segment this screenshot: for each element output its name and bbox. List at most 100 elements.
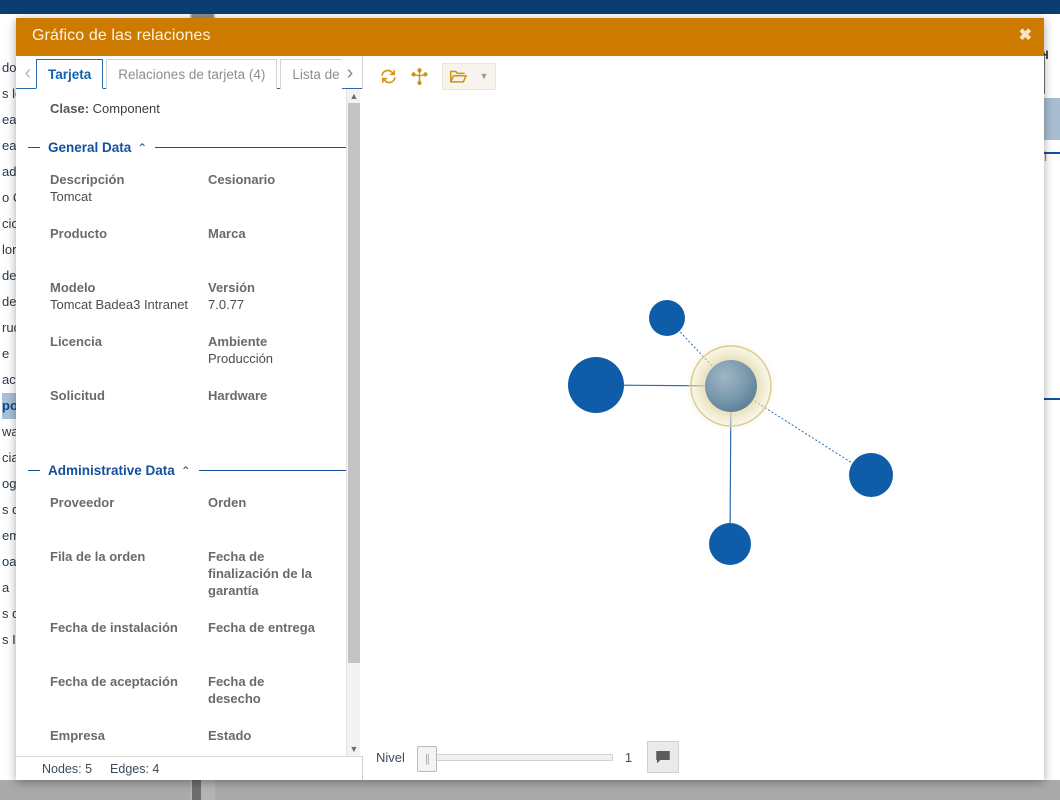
section-fields-1: Proveedor Orden Fila de la orden Fecha de f… <box>50 494 324 756</box>
edges-count: Edges: 4 <box>110 761 160 776</box>
nodes-count: Nodes: 5 <box>42 761 93 776</box>
refresh-icon[interactable] <box>375 63 402 90</box>
tab-scroll-left-icon[interactable]: ‹ <box>20 61 36 86</box>
field-0-4: Modelo Tomcat Badea3 Intranet <box>50 279 208 313</box>
field-1-2: Fila de la orden <box>50 548 208 599</box>
section-title: General Data <box>48 140 132 155</box>
tab-scroll-right-icon[interactable]: › <box>342 61 358 86</box>
field-1-7: Fecha de desecho <box>208 673 324 707</box>
field-label: Orden <box>208 495 247 510</box>
graph-status-bar: Nodes: 5 Edges: 4 <box>16 756 362 780</box>
field-value: Tomcat <box>50 189 92 204</box>
graph-node-top[interactable] <box>649 300 685 336</box>
chevron-up-icon[interactable]: ⌃ <box>137 141 155 155</box>
field-label: Ambiente <box>208 334 268 349</box>
scroll-down-icon[interactable]: ▼ <box>347 742 361 756</box>
field-label: Hardware <box>208 388 268 403</box>
dialog-body: ‹ Tarjeta Relaciones de tarjeta (4) Lista … <box>16 56 1044 780</box>
field-label: Producto <box>50 226 108 241</box>
field-label: Proveedor <box>50 495 115 510</box>
section-fields-0: Descripción Tomcat Cesionario Producto Marca… <box>50 171 324 441</box>
field-1-4: Fecha de instalación <box>50 619 208 653</box>
field-1-0: Proveedor <box>50 494 208 528</box>
graph-node-center[interactable] <box>705 360 757 412</box>
scrollbar-track[interactable] <box>347 103 361 742</box>
dialog-titlebar: Gráfico de las relaciones ✖ <box>16 18 1044 56</box>
field-value: Tomcat Badea3 Intranet <box>50 297 189 312</box>
scrollbar-thumb[interactable] <box>348 103 360 663</box>
comment-icon[interactable] <box>646 741 679 773</box>
graph-toolbar: ▼ <box>363 56 1044 96</box>
card-info-panel: ‹ Tarjeta Relaciones de tarjeta (4) Lista … <box>16 56 363 780</box>
field-1-3: Fecha de finalización de la garantía <box>208 548 324 599</box>
field-label: Fecha de entrega <box>208 620 315 635</box>
tab-list: Tarjeta Relaciones de tarjeta (4) Lista de <box>36 59 342 89</box>
open-dropdown-group[interactable]: ▼ <box>442 62 496 90</box>
folder-open-icon[interactable] <box>443 63 473 90</box>
relations-graph-svg[interactable] <box>363 96 1044 734</box>
tab-label: Lista de <box>292 67 340 82</box>
nivel-label: Nivel <box>376 749 405 765</box>
section-header-0[interactable]: General Data ⌃ <box>28 140 354 155</box>
field-1-1: Orden <box>208 494 324 528</box>
sections-host: General Data ⌃ Descripción Tomcat Cesionario… <box>28 140 354 756</box>
field-label: Fecha de instalación <box>50 620 178 635</box>
field-label: Estado <box>208 728 252 743</box>
relations-graph-dialog: Gráfico de las relaciones ✖ ‹ Tarjeta Rel… <box>16 18 1044 780</box>
field-label: Descripción <box>50 172 125 187</box>
field-1-8: Empresa <box>50 727 208 756</box>
clase-row: Clase: Component <box>50 101 324 116</box>
field-0-2: Producto <box>50 225 208 259</box>
background-top-navbar <box>0 0 1060 14</box>
scroll-up-icon[interactable]: ▲ <box>347 89 361 103</box>
dialog-title: Gráfico de las relaciones <box>32 27 211 44</box>
nivel-slider-track[interactable] <box>426 754 613 761</box>
tab-label: Tarjeta <box>48 66 92 82</box>
field-0-1: Cesionario <box>208 171 324 205</box>
field-label: Versión <box>208 280 255 295</box>
nivel-value: 1 <box>624 749 633 765</box>
field-label: Fecha de aceptación <box>50 674 178 689</box>
graph-node-left[interactable] <box>568 357 624 413</box>
field-1-5: Fecha de entrega <box>208 619 324 653</box>
tab-label: Relaciones de tarjeta (4) <box>118 67 266 82</box>
section-header-1[interactable]: Administrative Data ⌃ <box>28 463 354 478</box>
field-0-5: Versión 7.0.77 <box>208 279 324 313</box>
close-icon[interactable]: ✖ <box>1019 26 1032 46</box>
info-content: Clase: Component General Data ⌃ Descripció… <box>16 89 354 756</box>
field-0-0: Descripción Tomcat <box>50 171 208 205</box>
chevron-down-icon[interactable]: ▼ <box>473 63 495 90</box>
info-panel-scrollbar[interactable]: ▲ ▼ <box>346 89 360 756</box>
field-label: Fila de la orden <box>50 549 146 564</box>
hierarchy-layout-icon[interactable] <box>406 63 433 90</box>
tab-2[interactable]: Lista de <box>280 59 342 89</box>
chevron-up-icon[interactable]: ⌃ <box>181 464 199 478</box>
section-rule <box>198 470 354 471</box>
field-label: Fecha de finalización de la garantía <box>208 549 313 598</box>
field-value: 7.0.77 <box>208 297 245 312</box>
graph-node-right[interactable] <box>849 453 893 497</box>
graph-canvas[interactable] <box>363 96 1044 734</box>
field-0-7: Ambiente Producción <box>208 333 324 367</box>
nivel-slider[interactable]: || <box>416 746 613 772</box>
section-title: Administrative Data <box>48 463 175 478</box>
field-label: Marca <box>208 226 246 241</box>
field-0-3: Marca <box>208 225 324 259</box>
clase-label: Clase: <box>50 101 90 116</box>
field-0-8: Solicitud <box>50 387 208 421</box>
section-rule <box>155 147 354 148</box>
field-label: Licencia <box>50 334 103 349</box>
graph-bottom-toolbar: Nivel || 1 <box>363 734 1044 780</box>
graph-node-bottom[interactable] <box>709 523 751 565</box>
nivel-slider-thumb[interactable]: || <box>416 746 437 772</box>
tab-1[interactable]: Relaciones de tarjeta (4) <box>106 59 278 89</box>
field-0-9: Hardware <box>208 387 324 421</box>
section-dash <box>28 147 40 148</box>
field-value: Producción <box>208 351 274 366</box>
tab-0[interactable]: Tarjeta <box>36 59 104 89</box>
field-label: Modelo <box>50 280 96 295</box>
field-label: Cesionario <box>208 172 276 187</box>
clase-value: Component <box>92 101 160 116</box>
field-1-9: Estado <box>208 727 324 756</box>
